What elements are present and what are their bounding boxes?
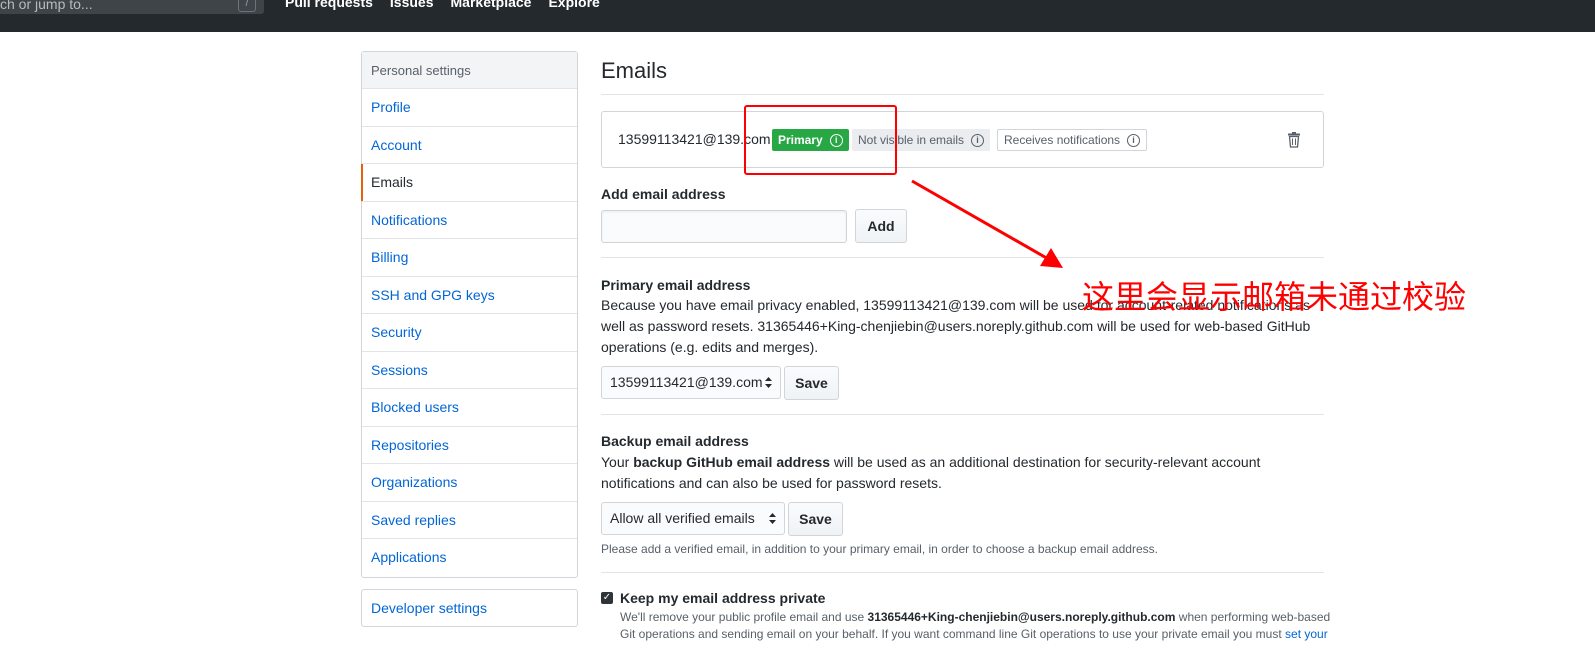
annotation-text: 这里会显示邮箱未通过校验 (1082, 278, 1467, 316)
annotation-arrow-icon (911, 179, 1063, 268)
